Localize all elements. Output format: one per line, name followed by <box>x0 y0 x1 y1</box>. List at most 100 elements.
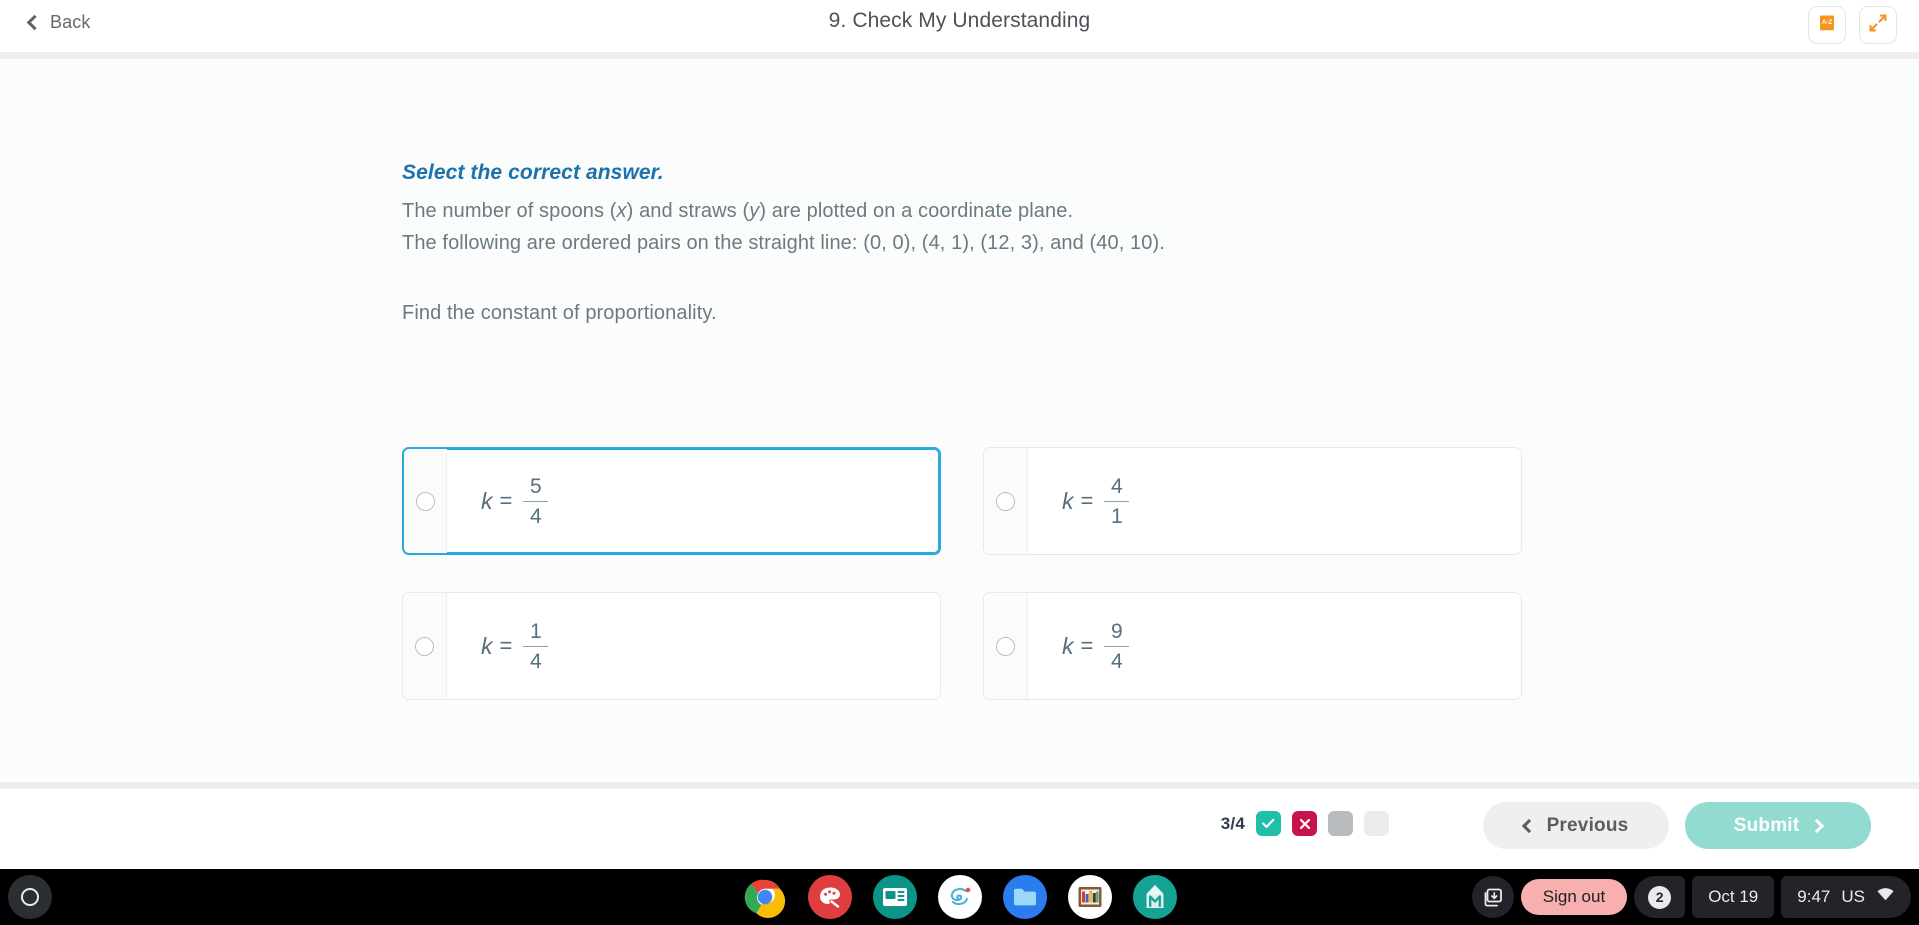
answer-d-operator: = <box>1080 633 1094 658</box>
answer-option-d-gutter <box>984 593 1028 699</box>
shelf-app-list <box>743 875 1177 919</box>
date-tray-button[interactable]: Oct 19 <box>1692 876 1775 918</box>
system-tray: Sign out 2 Oct 19 9:47 US <box>1471 876 1911 918</box>
x-icon <box>1299 818 1310 829</box>
answer-d-fraction: 9 4 <box>1104 619 1130 672</box>
notification-tray-button[interactable]: 2 <box>1634 876 1686 918</box>
answer-a-numerator: 5 <box>530 474 542 498</box>
answer-option-c-math: k = 1 4 <box>481 619 549 673</box>
edgenuity-m-icon <box>1146 885 1163 908</box>
submit-button[interactable]: Submit <box>1685 802 1871 849</box>
page-title: 9. Check My Understanding <box>828 9 1091 32</box>
stem-spacer <box>402 260 1502 298</box>
answer-option-b[interactable]: k = 4 1 <box>983 447 1522 555</box>
answer-option-d[interactable]: k = 9 4 <box>983 592 1522 700</box>
chevron-right-icon <box>1810 818 1825 833</box>
answer-a-fraction: 5 4 <box>523 474 549 528</box>
header-divider <box>0 52 1919 59</box>
notification-count: 2 <box>1648 885 1672 909</box>
answer-option-b-math: k = 4 1 <box>1062 474 1130 528</box>
answer-d-variable: k <box>1062 632 1074 659</box>
question-content: Select the correct answer. The number of… <box>0 59 1919 782</box>
answer-option-a-math: k = 5 4 <box>481 474 549 528</box>
question-instruction: Select the correct answer. <box>402 161 664 184</box>
answer-option-b-body: k = 4 1 <box>1028 448 1521 554</box>
lesson-app-window: Back 9. Check My Understanding A-Z Selec… <box>0 0 1919 869</box>
tray-date: Oct 19 <box>1708 887 1759 906</box>
question-line-1-post: ) are plotted on a coordinate plane. <box>759 200 1074 222</box>
sign-out-button[interactable]: Sign out <box>1520 879 1628 915</box>
answer-c-fraction: 1 4 <box>523 619 549 673</box>
launcher-button[interactable] <box>8 875 52 919</box>
answer-b-variable: k <box>1062 487 1074 514</box>
fullscreen-expand-icon <box>1868 13 1888 38</box>
question-line-1-mid: ) and straws ( <box>626 200 750 222</box>
launcher-circle-icon <box>21 888 39 906</box>
radio-button-d[interactable] <box>996 636 1015 656</box>
answer-option-c-body: k = 1 4 <box>447 593 940 699</box>
chromeos-shelf: Sign out 2 Oct 19 9:47 US <box>0 869 1919 925</box>
answer-a-variable: k <box>481 487 493 514</box>
fullscreen-button[interactable] <box>1859 6 1897 44</box>
answer-option-c[interactable]: k = 1 4 <box>402 592 941 700</box>
progress-item-correct[interactable] <box>1256 811 1281 836</box>
chrome-icon <box>744 879 785 919</box>
screen-capture-icon <box>1484 888 1503 906</box>
wifi-icon <box>1876 887 1895 907</box>
shelf-item-chrome[interactable] <box>743 875 787 919</box>
answer-a-denominator: 4 <box>530 504 542 528</box>
previous-button-label: Previous <box>1546 814 1629 836</box>
screen-capture-button[interactable] <box>1471 876 1514 918</box>
glossary-button[interactable]: A-Z <box>1808 6 1846 44</box>
shelf-item-edgenuity[interactable] <box>1132 875 1177 919</box>
chevron-left-icon <box>1521 818 1536 833</box>
progress-item-incorrect[interactable] <box>1292 811 1317 836</box>
header-tools: A-Z <box>1808 6 1897 44</box>
radio-button-b[interactable] <box>996 491 1015 511</box>
answer-c-variable: k <box>481 632 493 659</box>
canvas-palette-icon <box>819 887 840 908</box>
shelf-item-canvas[interactable] <box>807 875 852 919</box>
status-tray-button[interactable]: 9:47 US <box>1781 876 1911 918</box>
previous-button[interactable]: Previous <box>1483 802 1669 849</box>
answer-option-a-body: k = 5 4 <box>447 449 939 553</box>
navigation-buttons: Previous Submit <box>1483 802 1871 849</box>
app-footer: 3/4 Previous Submit <box>0 789 1919 869</box>
question-stem: Select the correct answer. The number of… <box>402 161 1502 329</box>
tray-locale: US <box>1841 887 1865 906</box>
progress-item-upcoming[interactable] <box>1364 811 1389 836</box>
answer-c-denominator: 4 <box>530 649 542 673</box>
answer-b-operator: = <box>1080 488 1094 513</box>
question-line-3: Find the constant of proportionality. <box>402 301 717 324</box>
answer-option-a-gutter <box>404 449 447 553</box>
radio-button-a[interactable] <box>415 491 435 511</box>
answer-option-d-math: k = 9 4 <box>1062 619 1130 672</box>
shelf-item-files[interactable] <box>1002 875 1047 919</box>
answer-option-c-gutter <box>403 593 447 699</box>
progress-indicator: 3/4 <box>1221 811 1389 836</box>
sign-out-label: Sign out <box>1542 887 1606 906</box>
answer-d-numerator: 9 <box>1111 619 1123 643</box>
answer-c-numerator: 1 <box>530 619 542 643</box>
submit-button-label: Submit <box>1733 814 1800 836</box>
tray-time: 9:47 <box>1797 887 1831 906</box>
seesaw-swirl-icon <box>950 887 970 906</box>
answer-b-fraction: 4 1 <box>1104 474 1130 528</box>
question-line-2: The following are ordered pairs on the s… <box>402 231 1165 254</box>
shelf-item-library[interactable] <box>1067 875 1112 919</box>
answer-b-numerator: 4 <box>1111 474 1123 498</box>
shelf-item-seesaw[interactable] <box>937 875 982 919</box>
app-header: Back 9. Check My Understanding A-Z <box>0 0 1919 52</box>
footer-divider <box>0 782 1919 789</box>
answer-b-denominator: 1 <box>1111 504 1123 528</box>
glossary-a-z-book-icon: A-Z <box>1817 13 1837 38</box>
answer-option-a[interactable]: k = 5 4 <box>402 447 941 555</box>
progress-item-current[interactable] <box>1328 811 1353 836</box>
variable-y: y <box>749 200 760 222</box>
svg-text:A-Z: A-Z <box>1822 19 1833 26</box>
bookshelf-icon <box>1078 887 1101 907</box>
shelf-item-slides[interactable] <box>872 875 917 919</box>
files-folder-icon <box>1013 888 1036 906</box>
radio-button-c[interactable] <box>415 636 434 656</box>
answer-c-operator: = <box>499 633 513 658</box>
